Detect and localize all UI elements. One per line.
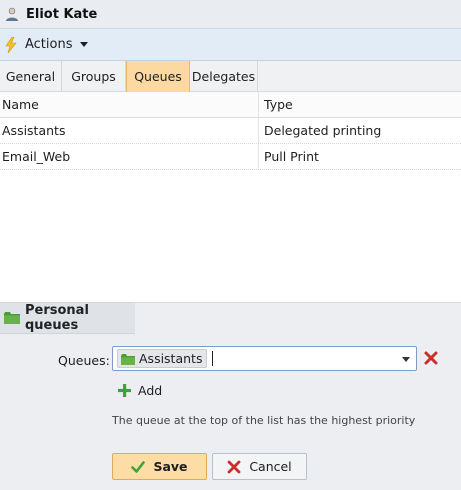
personal-queues-header: Personal queues	[0, 303, 135, 334]
user-icon	[4, 6, 20, 22]
check-icon	[131, 460, 146, 474]
row-name-cell: Assistants	[2, 123, 66, 138]
personal-queues-panel: Personal queues Queues: Assistants Add T…	[0, 302, 461, 490]
save-button[interactable]: Save	[112, 453, 207, 480]
cancel-button[interactable]: Cancel	[212, 453, 307, 480]
lightning-bolt-icon	[4, 36, 18, 53]
queues-label: Queues:	[58, 353, 110, 368]
chevron-down-icon[interactable]	[402, 357, 410, 362]
actions-label: Actions	[25, 37, 73, 52]
window-title: Eliot Kate	[26, 6, 98, 22]
queues-table: Name Type Assistants Delegated printing …	[0, 92, 461, 302]
tab-queues[interactable]: Queues	[126, 61, 190, 92]
cancel-label: Cancel	[249, 459, 292, 474]
clear-button[interactable]	[423, 350, 439, 366]
table-row[interactable]: Assistants Delegated printing	[0, 118, 461, 144]
section-title: Personal queues	[25, 303, 89, 333]
priority-hint: The queue at the top of the list has the…	[112, 414, 416, 427]
actions-menu-button[interactable]: Actions	[4, 33, 88, 57]
tab-delegates[interactable]: Delegates	[190, 61, 258, 92]
queues-combobox[interactable]: Assistants	[112, 346, 417, 371]
column-header-name[interactable]: Name	[0, 92, 258, 117]
table-header: Name Type	[0, 92, 461, 118]
row-name-cell: Email_Web	[2, 149, 71, 164]
row-type-cell: Delegated printing	[258, 118, 461, 143]
add-label: Add	[138, 382, 163, 398]
queue-chip-label: Assistants	[139, 351, 203, 366]
plus-icon	[118, 383, 131, 397]
chevron-down-icon	[79, 42, 88, 47]
tab-general[interactable]: General	[0, 61, 62, 92]
text-cursor	[212, 351, 214, 366]
add-queue-button[interactable]: Add	[118, 381, 162, 399]
table-row[interactable]: Email_Web Pull Print	[0, 144, 461, 170]
actions-bar: Actions	[0, 29, 461, 61]
column-header-type[interactable]: Type	[258, 92, 461, 117]
green-folder-icon	[121, 353, 135, 365]
tab-bar: General Groups Queues Delegates	[0, 61, 461, 92]
queue-chip[interactable]: Assistants	[117, 349, 208, 368]
save-label: Save	[153, 459, 188, 474]
close-icon	[227, 460, 241, 474]
tab-groups[interactable]: Groups	[62, 61, 126, 92]
title-bar: Eliot Kate	[0, 0, 461, 29]
row-type-cell: Pull Print	[258, 144, 461, 169]
green-folder-icon	[4, 312, 20, 324]
